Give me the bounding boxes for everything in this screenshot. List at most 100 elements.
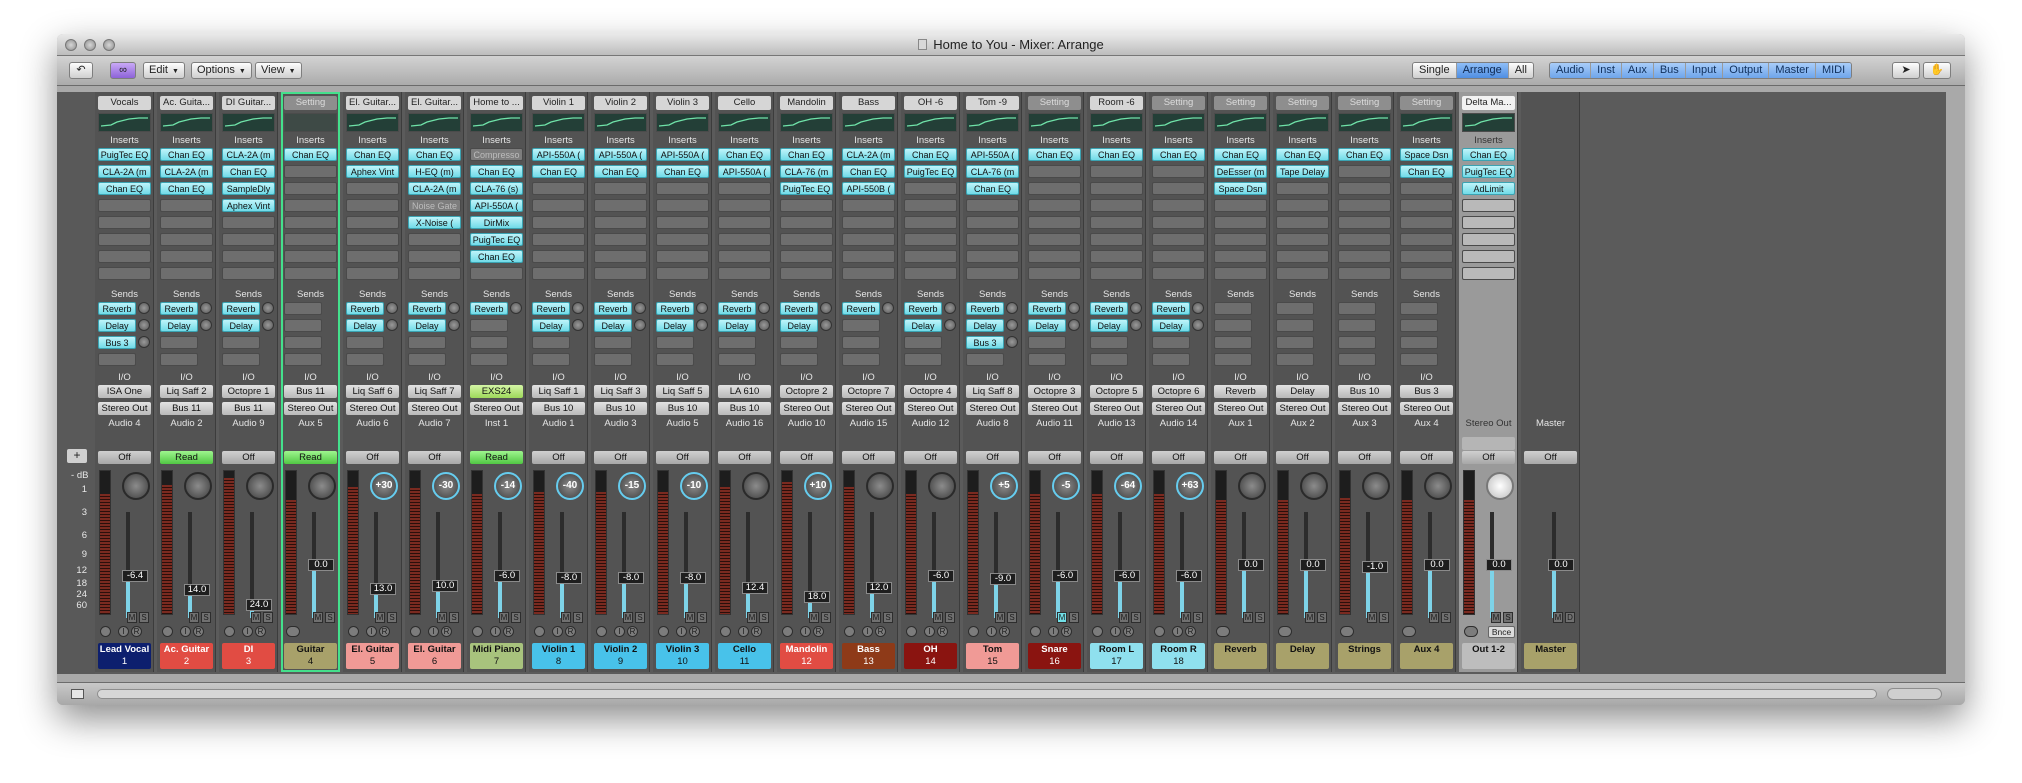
input-monitor-button[interactable]: I — [676, 626, 687, 637]
pan-knob[interactable]: +5 — [990, 472, 1018, 500]
solo-button[interactable]: S — [883, 612, 893, 623]
output-slot[interactable]: Stereo Out — [1338, 402, 1391, 415]
send-slot[interactable]: Delay — [98, 319, 136, 332]
send-slot[interactable]: Delay — [160, 319, 198, 332]
eq-thumbnail[interactable] — [656, 113, 709, 132]
input-slot[interactable]: Bus 10 — [1338, 385, 1391, 398]
volume-value[interactable]: 18.0 — [804, 591, 830, 603]
track-name-tag[interactable]: Violin 18 — [532, 643, 585, 669]
insert-slot[interactable]: DirMix — [470, 216, 523, 229]
record-enable-button[interactable]: R — [1061, 626, 1072, 637]
channel-setting-button[interactable]: Setting — [1028, 96, 1081, 110]
input-slot[interactable]: Octopre 7 — [842, 385, 895, 398]
automation-mode-button[interactable]: Off — [1276, 451, 1329, 464]
track-name-tag[interactable]: Room L 17 — [1090, 643, 1143, 669]
minimize-button[interactable] — [84, 39, 96, 51]
input-monitor-button[interactable]: I — [180, 626, 191, 637]
input-monitor-button[interactable]: I — [490, 626, 501, 637]
insert-slot[interactable] — [904, 250, 957, 263]
mute-button[interactable]: M — [313, 612, 323, 623]
mute-button[interactable]: M — [251, 612, 261, 623]
insert-slot[interactable] — [1028, 233, 1081, 246]
mute-button[interactable]: M — [1491, 612, 1501, 623]
send-level-knob[interactable] — [1192, 302, 1204, 314]
mute-button[interactable]: M — [871, 612, 881, 623]
pan-knob[interactable] — [246, 472, 274, 500]
insert-slot[interactable] — [532, 216, 585, 229]
send-level-knob[interactable] — [448, 302, 460, 314]
output-slot[interactable] — [1462, 437, 1515, 450]
bounce-button[interactable]: Bnce — [1488, 626, 1515, 638]
insert-slot[interactable]: API-550A ( — [594, 148, 647, 161]
insert-slot[interactable]: SampleDly — [222, 182, 275, 195]
insert-slot[interactable] — [904, 199, 957, 212]
send-slot[interactable] — [470, 353, 508, 366]
insert-slot[interactable] — [408, 267, 461, 280]
insert-slot[interactable] — [160, 233, 213, 246]
insert-slot[interactable] — [718, 216, 771, 229]
eq-thumbnail[interactable] — [98, 113, 151, 132]
insert-slot[interactable]: API-550A ( — [470, 199, 523, 212]
insert-slot[interactable]: Chan EQ — [98, 182, 151, 195]
insert-slot[interactable] — [966, 267, 1019, 280]
send-slot[interactable] — [842, 319, 880, 332]
insert-slot[interactable]: Chan EQ — [1462, 148, 1515, 161]
panel-toggle-icon[interactable] — [71, 689, 84, 699]
insert-slot[interactable] — [1152, 233, 1205, 246]
send-slot[interactable] — [284, 353, 322, 366]
insert-slot[interactable] — [160, 267, 213, 280]
send-level-knob[interactable] — [1006, 302, 1018, 314]
insert-slot[interactable] — [966, 199, 1019, 212]
send-slot[interactable] — [1028, 336, 1066, 349]
mute-button[interactable]: M — [127, 612, 137, 623]
insert-slot[interactable]: Chan EQ — [160, 182, 213, 195]
zoom-button[interactable] — [103, 39, 115, 51]
mute-button[interactable]: M — [1429, 612, 1439, 623]
send-level-knob[interactable] — [820, 302, 832, 314]
automation-mode-button[interactable]: Off — [1338, 451, 1391, 464]
channel-link-icon[interactable] — [782, 626, 793, 637]
channel-setting-button[interactable]: Room -6 — [1090, 96, 1143, 110]
automation-mode-button[interactable]: Off — [1152, 451, 1205, 464]
send-level-knob[interactable] — [138, 336, 150, 348]
input-monitor-button[interactable]: I — [366, 626, 377, 637]
channel-link-icon[interactable] — [1030, 626, 1041, 637]
send-slot[interactable]: Delay — [966, 319, 1004, 332]
automation-mode-button[interactable]: Off — [904, 451, 957, 464]
insert-slot[interactable]: Compresso — [470, 148, 523, 161]
send-slot[interactable] — [1214, 319, 1252, 332]
solo-button[interactable]: S — [263, 612, 273, 623]
send-level-knob[interactable] — [758, 302, 770, 314]
send-level-knob[interactable] — [1006, 319, 1018, 331]
send-slot[interactable] — [470, 319, 508, 332]
solo-button[interactable]: S — [945, 612, 955, 623]
send-level-knob[interactable] — [1192, 319, 1204, 331]
automation-mode-button[interactable]: Off — [656, 451, 709, 464]
insert-slot[interactable] — [1090, 250, 1143, 263]
send-slot[interactable] — [1400, 302, 1438, 315]
eq-thumbnail[interactable] — [284, 113, 337, 132]
send-slot[interactable]: Reverb — [1152, 302, 1190, 315]
insert-slot[interactable]: PuigTec EQ — [780, 182, 833, 195]
eq-thumbnail[interactable] — [966, 113, 1019, 132]
send-level-knob[interactable] — [1068, 302, 1080, 314]
record-enable-button[interactable]: R — [379, 626, 390, 637]
back-button[interactable]: ↶ — [69, 62, 93, 79]
automation-mode-button[interactable]: Off — [408, 451, 461, 464]
input-monitor-button[interactable]: I — [862, 626, 873, 637]
insert-slot[interactable]: API-550A ( — [966, 148, 1019, 161]
insert-slot[interactable]: Tape Delay — [1276, 165, 1329, 178]
insert-slot[interactable] — [842, 216, 895, 229]
send-slot[interactable]: Bus 3 — [98, 336, 136, 349]
insert-slot[interactable]: API-550B ( — [842, 182, 895, 195]
insert-slot[interactable] — [98, 199, 151, 212]
output-slot[interactable]: Stereo Out — [966, 402, 1019, 415]
insert-slot[interactable]: PuigTec EQ — [470, 233, 523, 246]
automation-mode-button[interactable]: Off — [1214, 451, 1267, 464]
output-slot[interactable]: Stereo Out — [1276, 402, 1329, 415]
insert-slot[interactable] — [594, 182, 647, 195]
insert-slot[interactable]: Chan EQ — [594, 165, 647, 178]
insert-slot[interactable] — [1276, 182, 1329, 195]
insert-slot[interactable]: Chan EQ — [1400, 165, 1453, 178]
insert-slot[interactable] — [842, 250, 895, 263]
